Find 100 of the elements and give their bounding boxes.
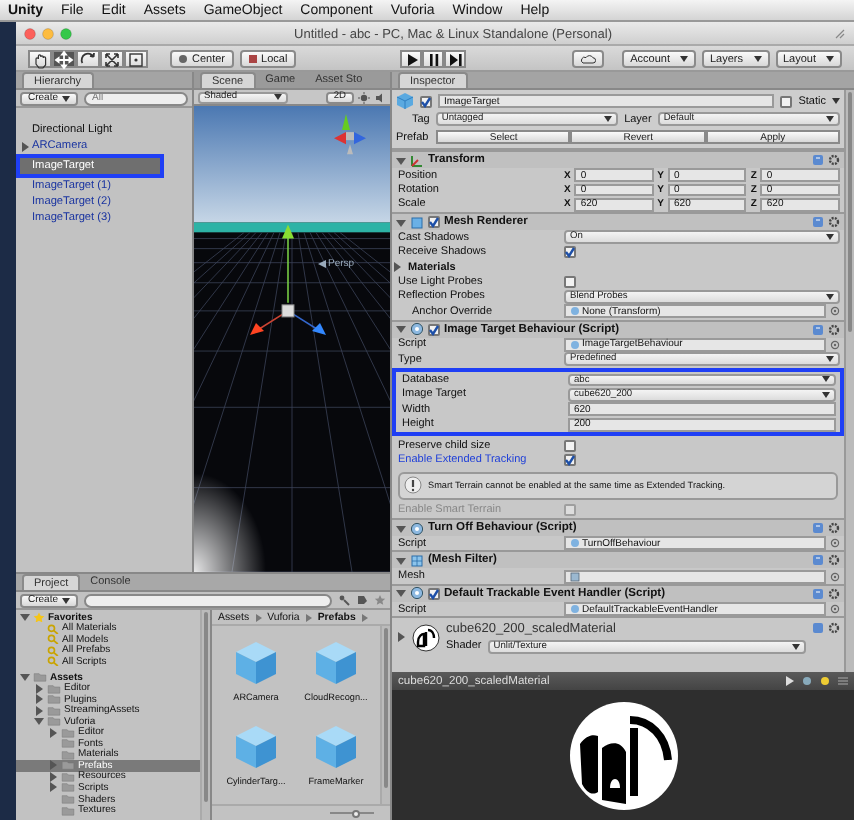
settings-icon[interactable] (828, 216, 840, 229)
foldout-arrow-icon[interactable] (396, 555, 406, 566)
checkbox[interactable] (564, 246, 576, 259)
cube-icon (396, 92, 414, 110)
script-icon (410, 322, 424, 337)
foldout-arrow-icon[interactable] (34, 683, 44, 694)
foldout-arrow-icon[interactable] (48, 771, 58, 782)
hand-tool-button[interactable] (28, 50, 52, 68)
object-picker-icon[interactable] (830, 339, 840, 350)
prefab-cube-icon (312, 722, 360, 770)
caret-icon (62, 95, 71, 101)
resize-grip-icon (834, 28, 846, 40)
rotate-tool-button[interactable] (76, 50, 100, 68)
settings-icon[interactable] (828, 522, 840, 535)
move-tool-button[interactable] (52, 50, 76, 68)
object-picker-icon[interactable] (830, 604, 840, 614)
scale-tool-button[interactable] (100, 50, 124, 68)
caret-icon (679, 56, 688, 62)
prefab-cube-icon (312, 638, 360, 686)
move-gizmo-drawing[interactable] (250, 224, 326, 335)
foldout-arrow-icon[interactable] (396, 632, 406, 643)
foldout-arrow-icon[interactable] (396, 217, 406, 228)
star-icon[interactable] (374, 594, 386, 606)
foldout-arrow-icon[interactable] (20, 141, 30, 151)
checkbox[interactable] (428, 587, 440, 600)
breadcrumb-arrow-icon (255, 613, 262, 621)
foldout-arrow-icon[interactable] (34, 694, 44, 705)
caret-icon (274, 94, 282, 100)
caret-icon (826, 56, 835, 62)
object-picker-icon[interactable] (830, 571, 840, 582)
foldout-arrow-icon[interactable] (20, 672, 30, 682)
scrollbar[interactable] (200, 610, 210, 820)
settings-icon[interactable] (828, 154, 840, 166)
scrollbar[interactable] (844, 90, 854, 672)
close-button[interactable] (24, 28, 36, 40)
rect-tool-button[interactable] (124, 50, 148, 68)
foldout-arrow-icon[interactable] (20, 612, 30, 623)
mesh-filter-icon (410, 553, 424, 568)
menu-icon[interactable] (838, 676, 848, 686)
material-sphere-icon (412, 623, 440, 652)
breadcrumb-arrow-icon (361, 613, 368, 621)
filter-icon[interactable] (338, 594, 350, 606)
sphere-icon[interactable] (802, 676, 812, 686)
camera-icon (318, 260, 326, 268)
orientation-gizmo-icon[interactable] (334, 114, 366, 155)
settings-icon[interactable] (828, 554, 840, 567)
pause-button[interactable] (422, 50, 445, 68)
foldout-arrow-icon[interactable] (392, 262, 402, 273)
foldout-arrow-icon[interactable] (48, 727, 58, 738)
checkbox[interactable] (780, 95, 793, 107)
breadcrumb-arrow-icon (305, 613, 312, 621)
pivot-icon (178, 54, 188, 64)
object-picker-icon[interactable] (830, 538, 840, 549)
lighting-toggle-icon[interactable] (358, 91, 370, 103)
play-button[interactable] (400, 50, 423, 68)
script-icon (410, 521, 424, 536)
caret-icon (62, 597, 71, 603)
settings-icon[interactable] (828, 323, 840, 336)
step-button[interactable] (444, 50, 467, 68)
scrollbar[interactable] (380, 626, 390, 804)
settings-icon[interactable] (828, 587, 840, 600)
foldout-arrow-icon[interactable] (48, 782, 58, 793)
caret-icon (826, 293, 834, 300)
checkbox[interactable] (428, 323, 440, 336)
warning-icon (404, 476, 422, 495)
script-icon (570, 538, 580, 549)
foldout-arrow-icon[interactable] (396, 588, 406, 599)
caret-icon (826, 115, 835, 122)
foldout-arrow-icon[interactable] (396, 324, 406, 335)
foldout-arrow-icon[interactable] (396, 523, 406, 534)
prefab-cube-icon (232, 638, 280, 686)
play-icon[interactable] (784, 676, 794, 686)
checkbox[interactable] (564, 453, 576, 466)
sphere-preview-drawing (567, 699, 679, 811)
cloud-button[interactable] (572, 50, 605, 68)
star-icon (32, 612, 46, 623)
mesh-icon (410, 215, 424, 230)
zoom-slider[interactable] (330, 809, 374, 817)
caret-icon (832, 98, 840, 104)
checkbox[interactable] (420, 95, 432, 107)
search-field[interactable] (84, 593, 332, 607)
cloud-icon (580, 54, 597, 64)
foldout-arrow-icon[interactable] (34, 705, 44, 716)
local-space-icon (247, 54, 258, 64)
script-icon (570, 306, 580, 317)
prefab-cube-icon (232, 722, 280, 770)
object-picker-icon[interactable] (830, 306, 840, 317)
foldout-arrow-icon[interactable] (34, 716, 44, 727)
checkbox[interactable] (564, 276, 576, 289)
script-icon (570, 339, 580, 350)
slider-thumb[interactable] (352, 809, 361, 817)
light-icon[interactable] (820, 676, 830, 686)
checkbox[interactable] (428, 216, 440, 229)
object-field[interactable] (564, 569, 826, 584)
caret-icon (792, 643, 800, 650)
foldout-arrow-icon[interactable] (396, 155, 406, 165)
caret-icon (604, 115, 613, 122)
settings-icon[interactable] (828, 622, 840, 635)
caret-icon (753, 56, 761, 62)
checkbox[interactable] (564, 439, 576, 452)
